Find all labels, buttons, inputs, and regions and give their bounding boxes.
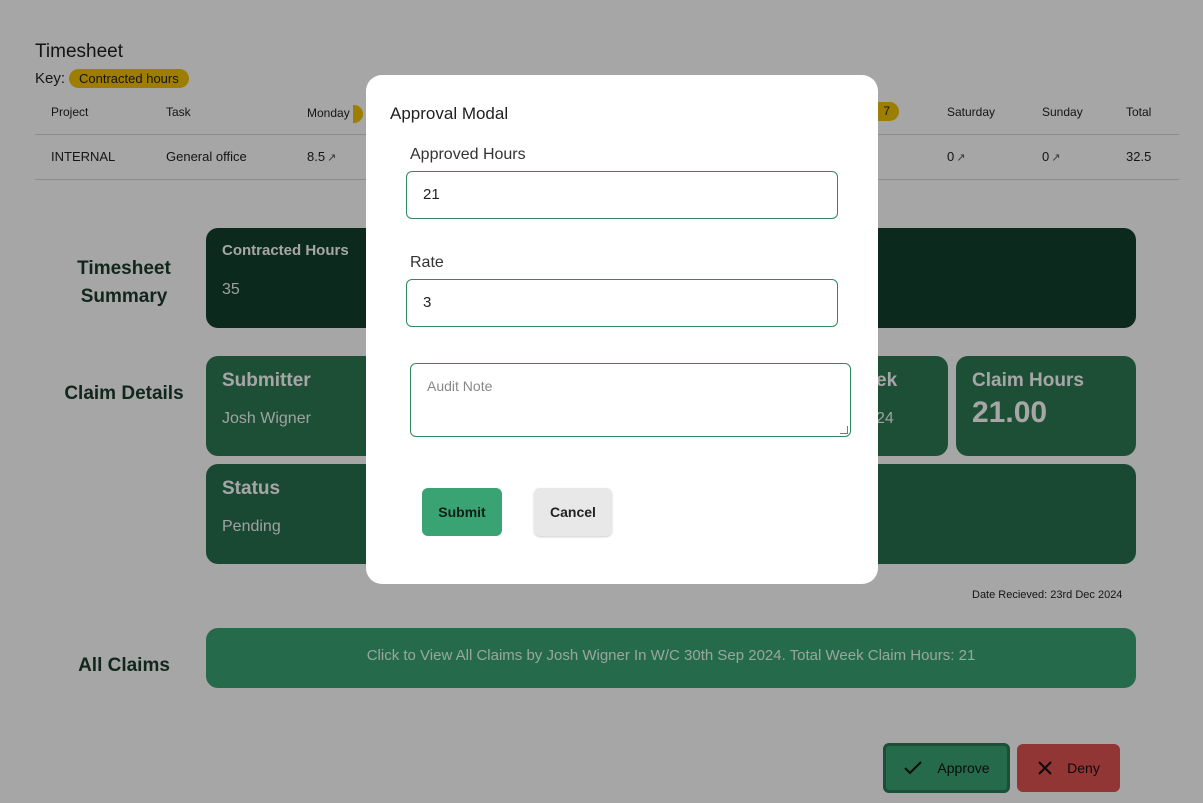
timesheet-page: Timesheet Key: Contracted hours Project …	[0, 0, 1203, 803]
audit-note-textarea[interactable]: Audit Note	[410, 363, 851, 437]
rate-label: Rate	[410, 254, 444, 271]
cancel-button[interactable]: Cancel	[534, 488, 612, 536]
resize-handle-icon[interactable]	[840, 426, 848, 434]
approved-hours-input[interactable]: 21	[406, 171, 838, 219]
modal-title: Approval Modal	[390, 104, 509, 123]
rate-input[interactable]: 3	[406, 279, 838, 327]
approval-modal: Approval Modal Approved Hours 21 Rate 3 …	[366, 75, 878, 584]
audit-note-placeholder: Audit Note	[427, 378, 493, 394]
submit-button[interactable]: Submit	[422, 488, 502, 536]
approved-hours-label: Approved Hours	[410, 146, 526, 163]
